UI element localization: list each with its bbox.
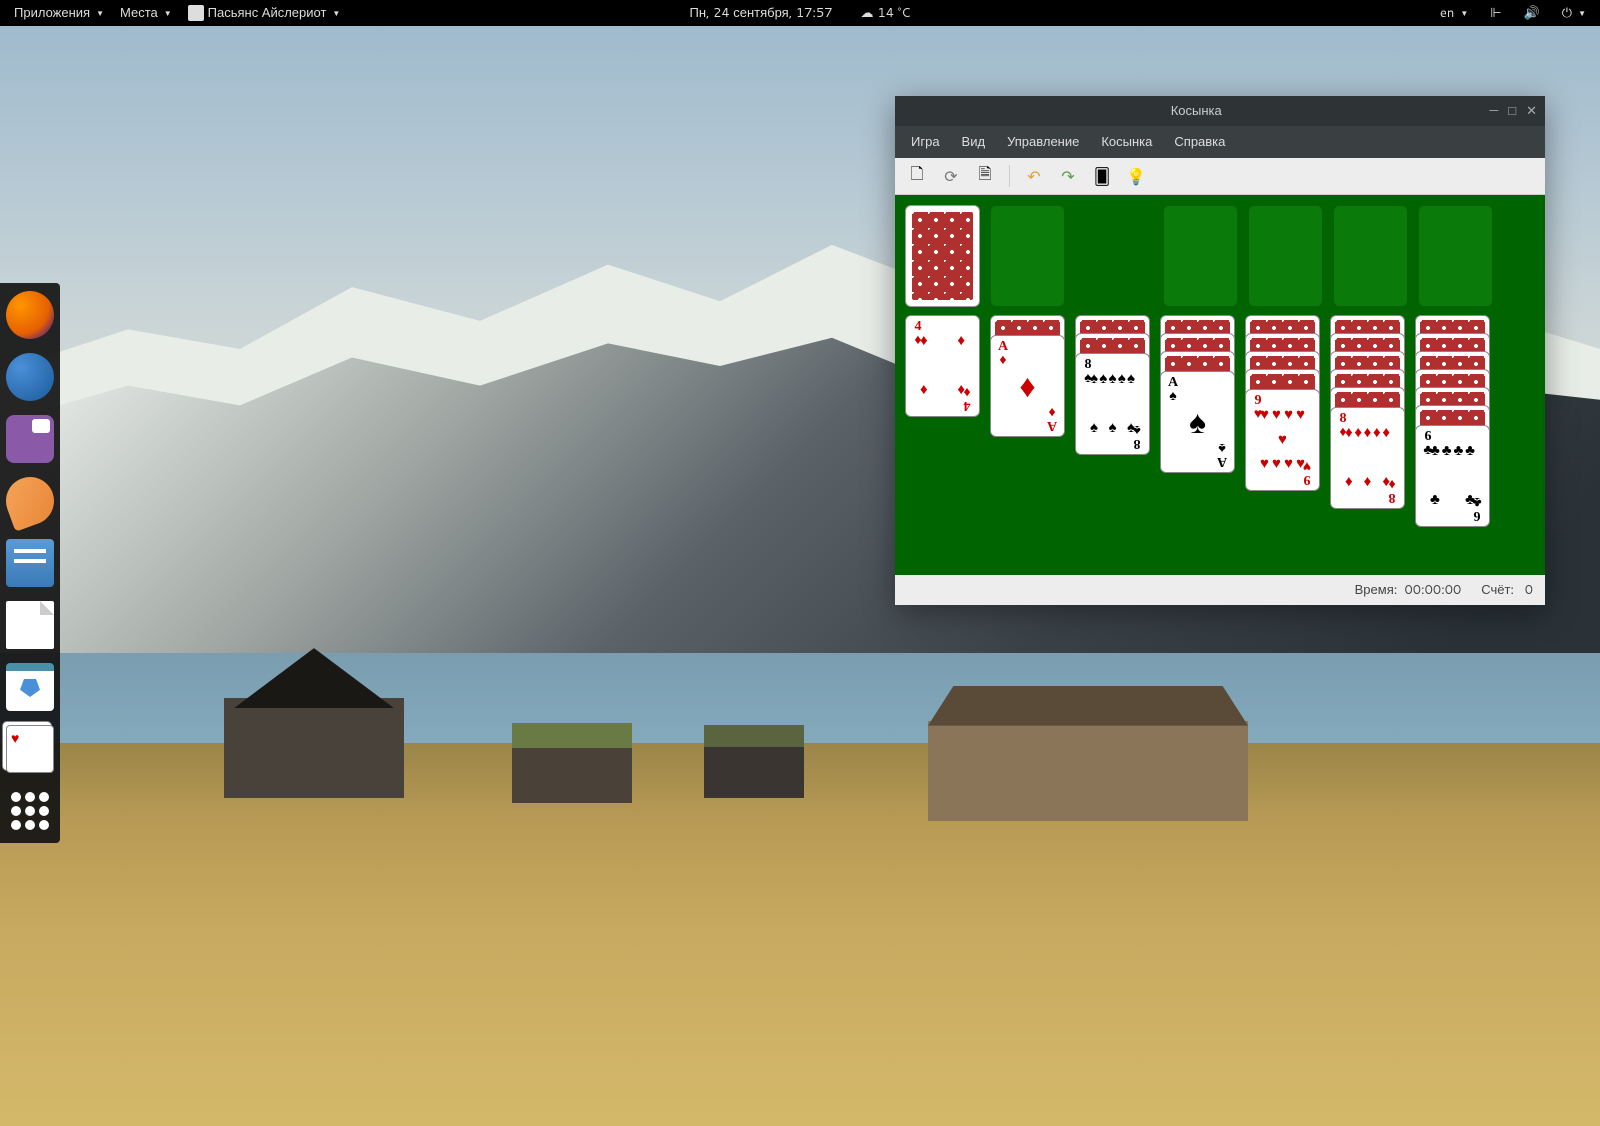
select-game-icon: 🗎: [979, 162, 992, 190]
time-label: Время:: [1355, 581, 1398, 599]
dock-item-apps-grid[interactable]: [6, 787, 54, 835]
applications-label: Приложения: [14, 4, 90, 22]
solitaire-window: Косынка — □ ✕ Игра Вид Управление Косынк…: [895, 96, 1545, 605]
chevron-down-icon: ▼: [332, 7, 340, 19]
tableau-pile-3: 8♠ ♠♠♠♠♠♠♠♠ 8♠: [1075, 315, 1150, 465]
menu-klondike[interactable]: Косынка: [1091, 130, 1162, 154]
chevron-down-icon: ▼: [1578, 7, 1586, 19]
new-game-icon: 🗋: [911, 162, 924, 190]
titlebar[interactable]: Косынка — □ ✕: [895, 96, 1545, 126]
chevron-down-icon: ▼: [1460, 7, 1468, 19]
tableau-pile-7: 6♣ ♣♣♣♣♣♣ 6♣: [1415, 315, 1490, 545]
card-9-hearts[interactable]: 9♥ ♥♥♥♥♥♥♥♥♥ 9♥: [1245, 389, 1320, 491]
applications-menu[interactable]: Приложения ▼: [8, 4, 110, 22]
volume-indicator[interactable]: 🔊: [1518, 4, 1546, 22]
chevron-down-icon: ▼: [96, 7, 104, 19]
network-indicator[interactable]: ⊩: [1484, 4, 1507, 22]
deal-icon: 🂠: [1094, 165, 1110, 188]
maximize-button[interactable]: □: [1508, 102, 1516, 120]
menu-control[interactable]: Управление: [997, 130, 1089, 154]
menu-help[interactable]: Справка: [1164, 130, 1235, 154]
dock-item-thunderbird[interactable]: [6, 353, 54, 401]
dock: [0, 283, 60, 843]
menu-game[interactable]: Игра: [901, 130, 950, 154]
menu-view[interactable]: Вид: [952, 130, 996, 154]
restart-icon: ⟳: [944, 165, 957, 188]
network-icon: ⊩: [1490, 4, 1501, 22]
power-menu[interactable]: ⏻ ▼: [1556, 4, 1592, 22]
dock-item-libreoffice[interactable]: [6, 601, 54, 649]
game-board: 4♦ ♦♦♦♦ 4♦ A♦ ♦ A♦ 8♠ ♠♠♠: [895, 195, 1545, 575]
hint-icon: 💡: [1126, 165, 1146, 188]
places-label: Места: [120, 4, 158, 22]
card-6-clubs[interactable]: 6♣ ♣♣♣♣♣♣ 6♣: [1415, 425, 1490, 527]
weather-icon: ☁: [861, 4, 874, 22]
dock-item-firefox[interactable]: [6, 291, 54, 339]
card-4-diamonds[interactable]: 4♦ ♦♦♦♦ 4♦: [905, 315, 980, 417]
places-menu[interactable]: Места ▼: [114, 4, 178, 22]
card-8-spades[interactable]: 8♠ ♠♠♠♠♠♠♠♠ 8♠: [1075, 353, 1150, 455]
foundation-3[interactable]: [1333, 205, 1408, 307]
foundation-4[interactable]: [1418, 205, 1493, 307]
close-button[interactable]: ✕: [1526, 102, 1537, 120]
statusbar: Время: 00:00:00 Счёт: 0: [895, 575, 1545, 605]
toolbar: 🗋 ⟳ 🗎 ↶ ↷ 🂠 💡: [895, 158, 1545, 195]
redo-icon: ↷: [1061, 165, 1074, 188]
tableau-pile-2: A♦ ♦ A♦: [990, 315, 1065, 445]
new-game-button[interactable]: 🗋: [903, 163, 931, 189]
score-label: Счёт:: [1481, 581, 1514, 599]
deal-button[interactable]: 🂠: [1088, 163, 1116, 189]
foundation-2[interactable]: [1248, 205, 1323, 307]
hint-button[interactable]: 💡: [1122, 163, 1150, 189]
score-value: 0: [1525, 581, 1533, 599]
dock-item-amarok[interactable]: [0, 470, 61, 532]
dock-item-files[interactable]: [6, 539, 54, 587]
tableau-pile-1: 4♦ ♦♦♦♦ 4♦: [905, 315, 980, 425]
undo-button[interactable]: ↶: [1020, 163, 1048, 189]
weather-label: 14 °C: [878, 4, 911, 22]
keyboard-layout[interactable]: en ▼: [1434, 4, 1474, 22]
redo-button[interactable]: ↷: [1054, 163, 1082, 189]
dock-item-software[interactable]: [6, 663, 54, 711]
card-ace-diamonds[interactable]: A♦ ♦ A♦: [990, 335, 1065, 437]
tableau-pile-5: 9♥ ♥♥♥♥♥♥♥♥♥ 9♥: [1245, 315, 1320, 505]
chevron-down-icon: ▼: [164, 7, 172, 19]
volume-icon: 🔊: [1524, 4, 1540, 22]
waste-pile[interactable]: [990, 205, 1065, 307]
power-icon: ⏻: [1562, 4, 1572, 22]
tableau-pile-4: A♠ ♠ A♠: [1160, 315, 1235, 485]
solitaire-icon: [188, 5, 204, 21]
window-title: Косынка: [903, 102, 1489, 120]
dock-item-solitaire[interactable]: [6, 725, 54, 773]
weather-indicator[interactable]: ☁ 14 °C: [855, 4, 917, 22]
minimize-button[interactable]: —: [1489, 102, 1498, 120]
restart-button[interactable]: ⟳: [937, 163, 965, 189]
lang-label: en: [1440, 4, 1454, 22]
clock[interactable]: Пн, 24 сентября, 17:57: [683, 4, 838, 22]
stock-pile[interactable]: [905, 205, 980, 307]
foundation-1[interactable]: [1163, 205, 1238, 307]
select-game-button[interactable]: 🗎: [971, 163, 999, 189]
dock-item-pidgin[interactable]: [6, 415, 54, 463]
tableau-pile-6: 8♦ ♦♦♦♦♦♦♦♦ 8♦: [1330, 315, 1405, 525]
datetime-label: Пн, 24 сентября, 17:57: [689, 4, 832, 22]
time-value: 00:00:00: [1404, 581, 1461, 599]
card-8-diamonds[interactable]: 8♦ ♦♦♦♦♦♦♦♦ 8♦: [1330, 407, 1405, 509]
apps-grid-icon: [11, 792, 49, 830]
menubar: Игра Вид Управление Косынка Справка: [895, 126, 1545, 158]
active-app-label: Пасьянс Айслериот: [208, 4, 327, 22]
active-app-menu[interactable]: Пасьянс Айслериот ▼: [182, 4, 347, 22]
card-ace-spades[interactable]: A♠ ♠ A♠: [1160, 371, 1235, 473]
undo-icon: ↶: [1027, 165, 1040, 188]
top-panel: Приложения ▼ Места ▼ Пасьянс Айслериот ▼…: [0, 0, 1600, 26]
